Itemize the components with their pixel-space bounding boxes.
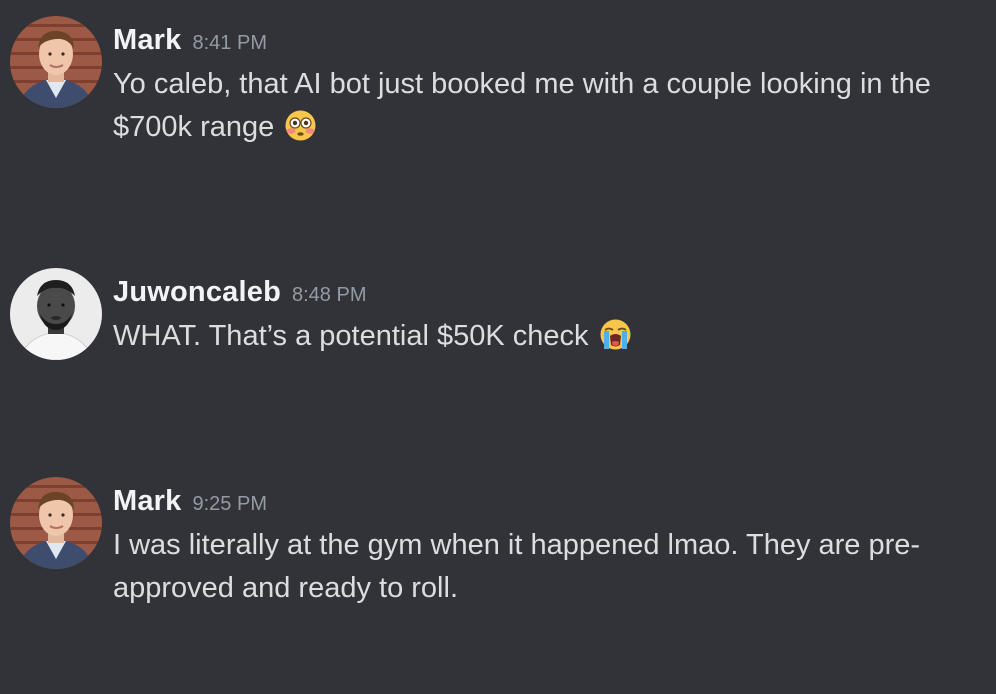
timestamp[interactable]: 8:41 PM	[193, 32, 267, 55]
avatar[interactable]	[10, 268, 102, 360]
loudly-crying-face-emoji-icon	[599, 318, 632, 351]
message-text: I was literally at the gym when it happe…	[113, 524, 943, 610]
message-text-body: Yo caleb, that AI bot just booked me wit…	[113, 68, 931, 143]
avatar[interactable]	[10, 16, 102, 108]
message-item: Mark 8:41 PM Yo caleb, that AI bot just …	[10, 16, 943, 149]
message-text: WHAT. That’s a potential $50K check	[113, 315, 943, 358]
username[interactable]: Juwoncaleb	[113, 276, 281, 309]
username[interactable]: Mark	[113, 24, 182, 57]
message-content: Juwoncaleb 8:48 PM WHAT. That’s a potent…	[113, 268, 943, 358]
message-header: Juwoncaleb 8:48 PM	[113, 276, 943, 314]
timestamp[interactable]: 9:25 PM	[193, 493, 267, 516]
message-header: Mark 8:41 PM	[113, 24, 943, 62]
message-header: Mark 9:25 PM	[113, 485, 943, 523]
message-content: Mark 8:41 PM Yo caleb, that AI bot just …	[113, 16, 943, 149]
message-content: Mark 9:25 PM I was literally at the gym …	[113, 477, 943, 610]
message-text: Yo caleb, that AI bot just booked me wit…	[113, 63, 943, 149]
flushed-face-emoji-icon	[284, 109, 317, 142]
message-text-body: I was literally at the gym when it happe…	[113, 529, 921, 604]
timestamp[interactable]: 8:48 PM	[292, 284, 366, 307]
message-text-body: WHAT. That’s a potential $50K check	[113, 320, 589, 352]
chat-message-list: Mark 8:41 PM Yo caleb, that AI bot just …	[0, 0, 996, 694]
message-item: Juwoncaleb 8:48 PM WHAT. That’s a potent…	[10, 268, 943, 360]
avatar[interactable]	[10, 477, 102, 569]
message-item: Mark 9:25 PM I was literally at the gym …	[10, 477, 943, 610]
username[interactable]: Mark	[113, 485, 182, 518]
